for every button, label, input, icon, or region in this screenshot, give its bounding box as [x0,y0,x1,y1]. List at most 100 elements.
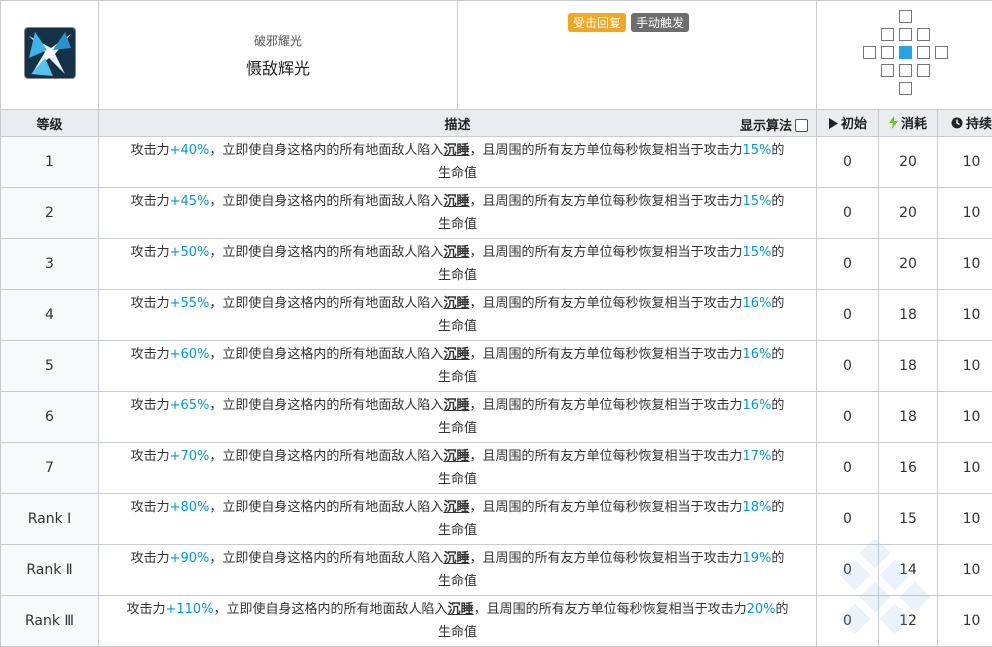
heal-ratio: 15% [742,245,771,260]
desc-tail: 生命值 [438,421,477,436]
table-row: Rank Ⅲ攻击力+110%，立即使自身这格内的所有地面敌人陷入沉睡，且周围的所… [1,596,992,647]
desc-mid: ，立即使自身这格内的所有地面敌人陷入 [209,143,443,158]
duration-cell: 10 [938,392,992,443]
description-cell: 攻击力+110%，立即使自身这格内的所有地面敌人陷入沉睡，且周围的所有友方单位每… [99,596,817,647]
desc-end: 的 [771,194,784,209]
desc-mid: ，立即使自身这格内的所有地面敌人陷入 [209,500,443,515]
initial-sp-cell: 0 [817,137,879,188]
table-row: 7攻击力+70%，立即使自身这格内的所有地面敌人陷入沉睡，且周围的所有友方单位每… [1,443,992,494]
skill-name: 慑敌辉光 [99,55,457,79]
skill-icon-cell [1,1,99,110]
duration-cell: 10 [938,188,992,239]
skill-header-row: 破邪耀光 慑敌辉光 受击回复手动触发 [1,1,992,110]
heal-ratio: 16% [742,347,771,362]
sp-cost-cell: 14 [879,545,938,596]
level-cell: 2 [1,188,99,239]
desc-prefix: 攻击力 [126,602,165,617]
sp-cost-cell: 16 [879,443,938,494]
skill-table: 破邪耀光 慑敌辉光 受击回复手动触发 等级 [0,0,992,647]
range-self-tile [899,46,912,59]
heal-ratio: 16% [742,398,771,413]
desc-mid: ，立即使自身这格内的所有地面敌人陷入 [209,347,443,362]
desc-end: 的 [771,500,784,515]
sp-cost-cell: 20 [879,239,938,290]
desc-prefix: 攻击力 [131,347,170,362]
header-level: 等级 [1,110,99,137]
range-tile [899,28,912,41]
level-cell: Rank Ⅱ [1,545,99,596]
desc-mid: ，且周围的所有友方单位每秒恢复相当于攻击力 [469,143,742,158]
sleep-status-link[interactable]: 沉睡 [443,194,469,209]
sleep-status-link[interactable]: 沉睡 [443,143,469,158]
description-cell: 攻击力+55%，立即使自身这格内的所有地面敌人陷入沉睡，且周围的所有友方单位每秒… [99,290,817,341]
tag-trigger: 手动触发 [631,13,689,32]
tag-sp-recovery: 受击回复 [568,13,626,32]
sp-cost-cell: 18 [879,290,938,341]
desc-mid: ，立即使自身这格内的所有地面敌人陷入 [209,194,443,209]
desc-mid: ，且周围的所有友方单位每秒恢复相当于攻击力 [469,449,742,464]
range-tile [917,28,930,41]
initial-sp-cell: 0 [817,341,879,392]
desc-end: 的 [771,449,784,464]
atk-bonus: +110% [165,602,213,617]
desc-mid: ，立即使自身这格内的所有地面敌人陷入 [209,245,443,260]
range-tile [899,64,912,77]
level-cell: 3 [1,239,99,290]
sleep-status-link[interactable]: 沉睡 [443,500,469,515]
skill-tags-cell: 受击回复手动触发 [458,1,817,110]
desc-mid: ，且周围的所有友方单位每秒恢复相当于攻击力 [474,602,747,617]
desc-mid: ，且周围的所有友方单位每秒恢复相当于攻击力 [469,347,742,362]
skill-sub-name: 破邪耀光 [99,32,457,49]
clock-icon [951,117,963,133]
desc-mid: ，且周围的所有友方单位每秒恢复相当于攻击力 [469,245,742,260]
skill-name-cell: 破邪耀光 慑敌辉光 [99,1,458,110]
desc-prefix: 攻击力 [131,500,170,515]
sleep-status-link[interactable]: 沉睡 [448,602,474,617]
desc-mid: ，且周围的所有友方单位每秒恢复相当于攻击力 [469,398,742,413]
sleep-status-link[interactable]: 沉睡 [443,551,469,566]
range-cell [817,1,992,110]
sleep-status-link[interactable]: 沉睡 [443,398,469,413]
sp-cost-cell: 18 [879,392,938,443]
duration-cell: 10 [938,545,992,596]
description-cell: 攻击力+60%，立即使自身这格内的所有地面敌人陷入沉睡，且周围的所有友方单位每秒… [99,341,817,392]
desc-end: 的 [771,143,784,158]
play-icon [828,118,838,133]
desc-mid: ，且周围的所有友方单位每秒恢复相当于攻击力 [469,500,742,515]
sleep-status-link[interactable]: 沉睡 [443,245,469,260]
sleep-status-link[interactable]: 沉睡 [443,296,469,311]
desc-mid: ，且周围的所有友方单位每秒恢复相当于攻击力 [469,194,742,209]
sp-cost-cell: 20 [879,188,938,239]
table-row: 2攻击力+45%，立即使自身这格内的所有地面敌人陷入沉睡，且周围的所有友方单位每… [1,188,992,239]
duration-cell: 10 [938,341,992,392]
show-formula-label: 显示算法 [740,119,792,134]
range-tile [863,46,876,59]
header-duration: 持续 [938,110,992,137]
range-tile [935,46,948,59]
table-row: Rank Ⅱ攻击力+90%，立即使自身这格内的所有地面敌人陷入沉睡，且周围的所有… [1,545,992,596]
desc-tail: 生命值 [438,319,477,334]
duration-cell: 10 [938,239,992,290]
show-formula-checkbox[interactable] [795,119,808,132]
range-tile [899,82,912,95]
level-cell: 7 [1,443,99,494]
sleep-status-link[interactable]: 沉睡 [443,449,469,464]
initial-sp-cell: 0 [817,596,879,647]
description-cell: 攻击力+80%，立即使自身这格内的所有地面敌人陷入沉睡，且周围的所有友方单位每秒… [99,494,817,545]
level-cell: Rank Ⅲ [1,596,99,647]
desc-tail: 生命值 [438,268,477,283]
initial-sp-cell: 0 [817,188,879,239]
header-cost-label: 消耗 [901,117,927,132]
sleep-status-link[interactable]: 沉睡 [443,347,469,362]
desc-tail: 生命值 [438,574,477,589]
sp-cost-cell: 20 [879,137,938,188]
show-formula-toggle[interactable]: 显示算法 [740,115,808,134]
heal-ratio: 18% [742,500,771,515]
column-header-row: 等级 描述 显示算法 初始 消耗 持续 [1,110,992,137]
initial-sp-cell: 0 [817,443,879,494]
duration-cell: 10 [938,290,992,341]
level-cell: 5 [1,341,99,392]
header-initial: 初始 [817,110,879,137]
level-cell: 6 [1,392,99,443]
atk-bonus: +65% [170,398,210,413]
